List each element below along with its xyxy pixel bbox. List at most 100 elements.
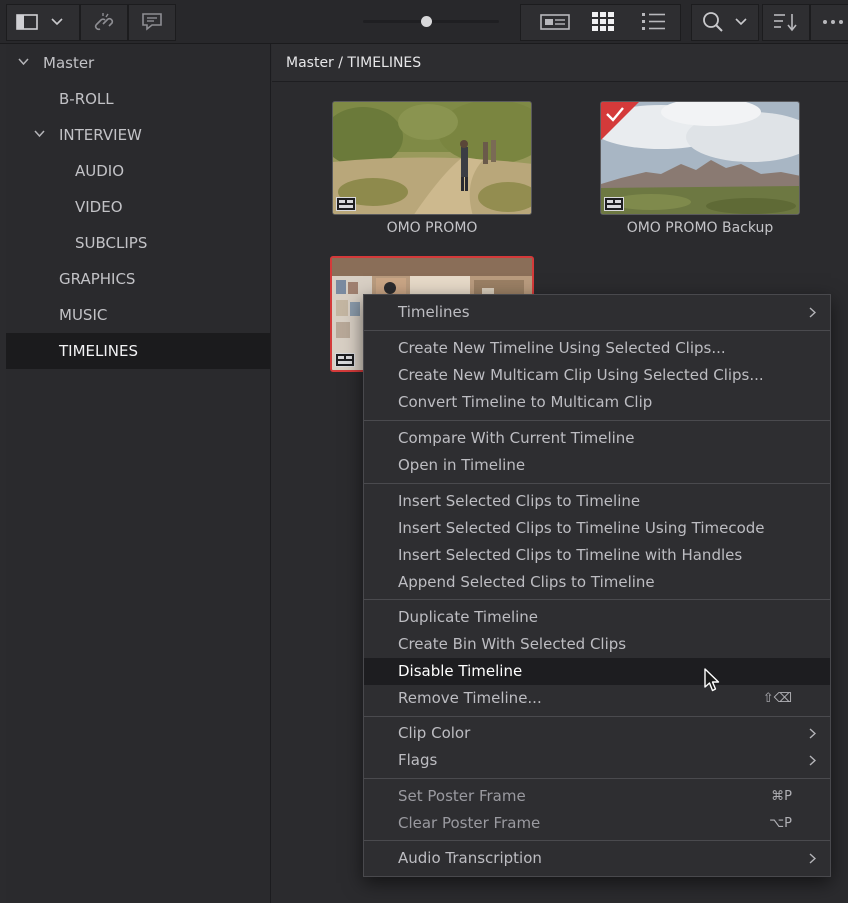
menu-separator (364, 599, 830, 600)
menu-item-label: Insert Selected Clips to Timeline (398, 492, 641, 510)
menu-item-label: Compare With Current Timeline (398, 429, 635, 447)
chevron-right-icon (809, 307, 816, 318)
clip-thumbnail-omo-promo[interactable] (332, 101, 532, 215)
clip-thumbnail-image (601, 102, 799, 214)
menu-item-label: Create Bin With Selected Clips (398, 635, 627, 653)
menu-item-label: Clip Color (398, 724, 471, 742)
menu-item-timelines[interactable]: Timelines (364, 299, 830, 326)
sidebar-item-graphics[interactable]: GRAPHICS (6, 261, 271, 297)
menu-item-label: Timelines (398, 303, 470, 321)
sidebar-toggle-icon[interactable] (16, 14, 38, 30)
menu-item-label: Open in Timeline (398, 456, 526, 474)
sidebar-item-label: B-ROLL (59, 90, 114, 108)
menu-item-label: Insert Selected Clips to Timeline Using … (398, 519, 765, 537)
timeline-badge-icon (335, 353, 355, 367)
clip-thumbnail-image (333, 102, 531, 214)
menu-item-disable-timeline[interactable]: Disable Timeline (364, 658, 830, 685)
search-icon[interactable] (702, 11, 724, 33)
sidebar-item-b-roll[interactable]: B-ROLL (6, 81, 271, 117)
clip-label: OMO PROMO (386, 220, 478, 236)
metadata-icon[interactable] (141, 11, 163, 33)
chevron-down-icon[interactable] (18, 58, 29, 66)
menu-separator (364, 778, 830, 779)
menu-shortcut: ⌥P (769, 816, 792, 831)
more-icon[interactable] (822, 19, 848, 25)
menu-item-label: Disable Timeline (398, 662, 523, 680)
chevron-right-icon (809, 853, 816, 864)
sort-icon[interactable] (773, 12, 799, 32)
breadcrumb-bar: Master / TIMELINES (272, 44, 848, 82)
chevron-down-icon[interactable] (51, 18, 63, 26)
toolbar (0, 0, 848, 44)
menu-item-label: Create New Timeline Using Selected Clips… (398, 339, 726, 357)
menu-item-audio-transcription[interactable]: Audio Transcription (364, 845, 830, 872)
menu-item-label: Set Poster Frame (398, 787, 526, 805)
context-menu: Timelines Create New Timeline Using Sele… (363, 294, 831, 877)
chevron-down-icon[interactable] (735, 18, 747, 26)
menu-shortcut: ⌘P (771, 789, 792, 804)
sidebar-item-video[interactable]: VIDEO (6, 189, 271, 225)
menu-item-label: Duplicate Timeline (398, 608, 539, 626)
menu-item-label: Remove Timeline... (398, 689, 542, 707)
menu-item-duplicate-timeline[interactable]: Duplicate Timeline (364, 604, 830, 631)
menu-separator (364, 330, 830, 331)
menu-item-label: Create New Multicam Clip Using Selected … (398, 366, 764, 384)
menu-item-label: Insert Selected Clips to Timeline with H… (398, 546, 743, 564)
menu-item-remove-timeline[interactable]: Remove Timeline... ⇧⌫ (364, 685, 830, 712)
menu-item-clip-color[interactable]: Clip Color (364, 720, 830, 747)
breadcrumb[interactable]: Master / TIMELINES (286, 44, 421, 82)
menu-item-create-bin[interactable]: Create Bin With Selected Clips (364, 631, 830, 658)
menu-item-create-multicam-clip[interactable]: Create New Multicam Clip Using Selected … (364, 362, 830, 389)
menu-item-compare-timeline[interactable]: Compare With Current Timeline (364, 425, 830, 452)
menu-separator (364, 420, 830, 421)
menu-item-convert-to-multicam[interactable]: Convert Timeline to Multicam Clip (364, 389, 830, 416)
menu-item-label: Audio Transcription (398, 849, 542, 867)
zoom-slider-knob[interactable] (421, 16, 433, 27)
menu-item-label: Flags (398, 751, 438, 769)
sidebar-item-label: SUBCLIPS (75, 234, 148, 252)
menu-item-label: Append Selected Clips to Timeline (398, 573, 655, 591)
sidebar-item-master[interactable]: Master (6, 45, 271, 81)
chevron-down-icon[interactable] (34, 130, 45, 138)
chevron-right-icon (809, 755, 816, 766)
menu-item-append-clips[interactable]: Append Selected Clips to Timeline (364, 569, 830, 596)
sidebar-item-label: MUSIC (59, 306, 108, 324)
sidebar-item-label: VIDEO (75, 198, 123, 216)
sidebar-item-music[interactable]: MUSIC (6, 297, 271, 333)
sidebar-item-interview[interactable]: INTERVIEW (6, 117, 271, 153)
menu-item-create-new-timeline[interactable]: Create New Timeline Using Selected Clips… (364, 335, 830, 362)
sidebar-item-label: TIMELINES (59, 342, 139, 360)
menu-item-open-in-timeline[interactable]: Open in Timeline (364, 452, 830, 479)
menu-separator (364, 716, 830, 717)
sidebar-item-label: AUDIO (75, 162, 125, 180)
sidebar-item-label: Master (43, 54, 95, 72)
menu-item-label: Convert Timeline to Multicam Clip (398, 393, 653, 411)
bin-list-sidebar: Master B-ROLL INTERVIEW AUDIO VIDEO SUBC… (6, 44, 271, 903)
menu-item-insert-clips[interactable]: Insert Selected Clips to Timeline (364, 488, 830, 515)
menu-item-clear-poster-frame[interactable]: Clear Poster Frame ⌥P (364, 810, 830, 837)
thumbnail-view-icon[interactable] (592, 12, 614, 32)
list-view-icon[interactable] (642, 12, 666, 32)
chevron-right-icon (809, 728, 816, 739)
sidebar-item-audio[interactable]: AUDIO (6, 153, 271, 189)
zoom-slider[interactable] (363, 16, 499, 27)
sidebar-item-subclips[interactable]: SUBCLIPS (6, 225, 271, 261)
sidebar-item-timelines[interactable]: TIMELINES (6, 333, 271, 369)
menu-separator (364, 840, 830, 841)
sidebar-item-label: INTERVIEW (59, 126, 142, 144)
menu-item-insert-clips-handles[interactable]: Insert Selected Clips to Timeline with H… (364, 542, 830, 569)
menu-item-flags[interactable]: Flags (364, 747, 830, 774)
menu-shortcut: ⇧⌫ (762, 691, 792, 706)
unlink-icon[interactable] (91, 10, 117, 34)
metadata-view-icon[interactable] (540, 14, 570, 30)
clip-thumbnail-omo-promo-backup[interactable] (600, 101, 800, 215)
mouse-pointer-icon (704, 668, 720, 692)
timeline-badge-icon (604, 197, 624, 211)
menu-item-label: Clear Poster Frame (398, 814, 541, 832)
timeline-badge-icon (336, 197, 356, 211)
menu-separator (364, 483, 830, 484)
clip-label: OMO PROMO Backup (626, 220, 774, 236)
menu-item-set-poster-frame[interactable]: Set Poster Frame ⌘P (364, 783, 830, 810)
menu-item-insert-clips-timecode[interactable]: Insert Selected Clips to Timeline Using … (364, 515, 830, 542)
sidebar-item-label: GRAPHICS (59, 270, 136, 288)
